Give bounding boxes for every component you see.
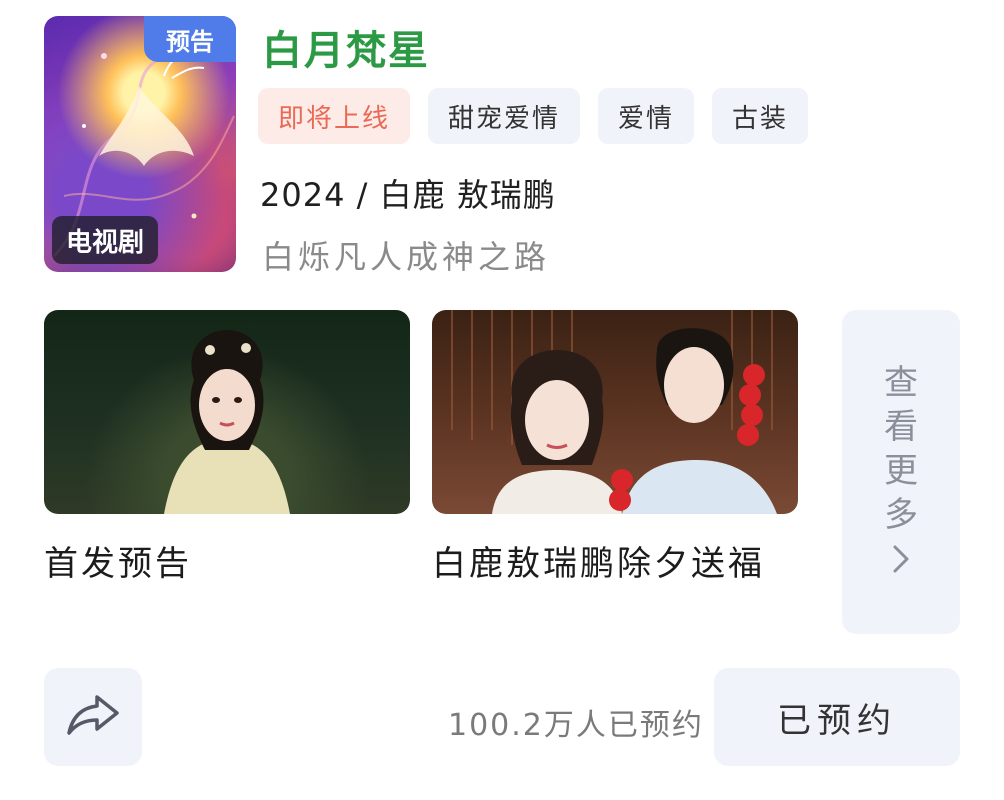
clip-caption: 白鹿敖瑞鹏除夕送福 [432, 544, 765, 584]
clip-thumbnail-art [164, 330, 290, 514]
clip-card[interactable]: 首发预告 [44, 310, 410, 588]
show-description: 白烁凡人成神之路 [262, 238, 551, 276]
show-poster[interactable]: 预告 电视剧 [44, 16, 236, 272]
view-more-label-char: 查 [884, 363, 918, 403]
tv-series-badge: 电视剧 [52, 216, 159, 264]
view-more-button[interactable]: 查 看 更 多 [842, 310, 960, 634]
clip-thumbnail[interactable] [44, 310, 410, 514]
tag-sweet-romance[interactable]: 甜宠爱情 [428, 88, 581, 144]
view-more-label-char: 看 [884, 407, 918, 447]
clip-thumbnail[interactable] [432, 310, 798, 514]
tag-romance[interactable]: 爱情 [598, 88, 695, 144]
reservation-count: 100.2万人已预约 [448, 708, 704, 743]
view-more-label-char: 多 [884, 495, 918, 535]
clip-thumbnail-art [451, 310, 777, 514]
show-meta: 2024 / 白鹿 敖瑞鹏 [260, 176, 556, 214]
preview-badge: 预告 [144, 16, 236, 62]
tag-coming-soon[interactable]: 即将上线 [258, 88, 411, 144]
share-button[interactable] [44, 668, 142, 766]
tag-costume[interactable]: 古装 [712, 88, 809, 144]
tag-list: 即将上线 甜宠爱情 爱情 古装 [258, 88, 809, 144]
chevron-right-icon [892, 543, 910, 583]
view-more-label-char: 更 [884, 451, 918, 491]
show-title[interactable]: 白月梵星 [262, 18, 430, 76]
share-icon [65, 693, 121, 741]
clip-card[interactable]: 白鹿敖瑞鹏除夕送福 [432, 310, 798, 588]
reserved-button[interactable]: 已预约 [714, 668, 960, 766]
clip-caption: 首发预告 [44, 544, 192, 584]
